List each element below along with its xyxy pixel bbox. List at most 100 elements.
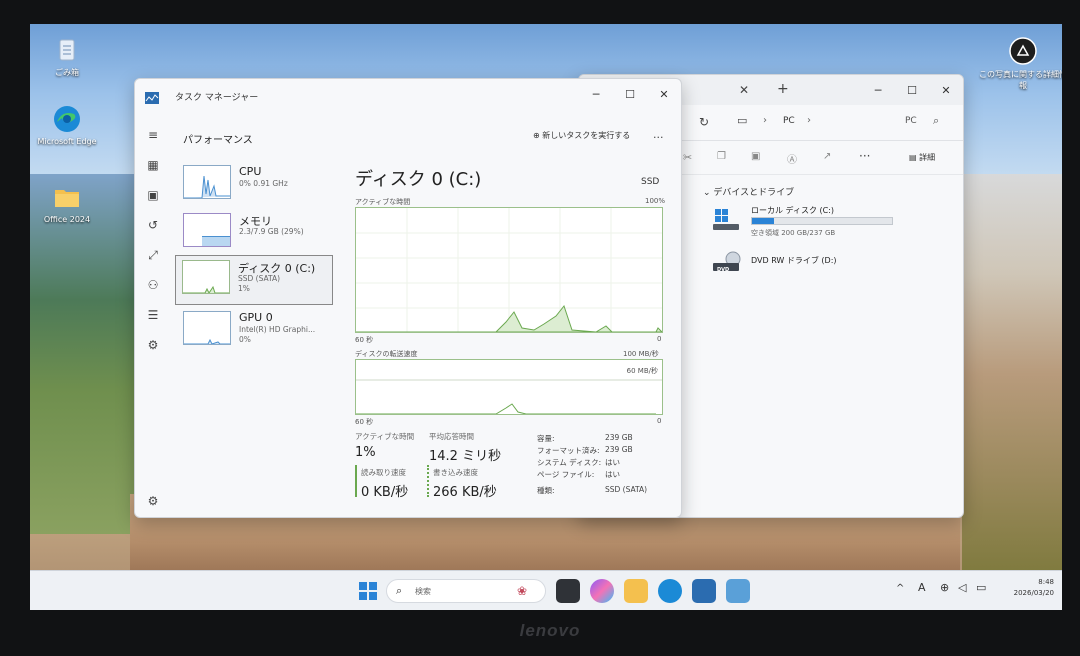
drive-c-free: 空き領域 200 GB/237 GB: [751, 229, 836, 237]
processes-icon[interactable]: ▦: [145, 157, 161, 173]
search-icon[interactable]: ⌕: [933, 114, 939, 128]
tm-titlebar: タスク マネージャー ─ ☐ ✕: [135, 79, 681, 113]
close-tab-icon[interactable]: ✕: [739, 83, 749, 97]
transfer-mid: 60 MB/秒: [626, 367, 658, 375]
wallpaper-hills: [30, 174, 150, 534]
performance-icon[interactable]: ▣: [145, 187, 161, 203]
dvd-badge: DVD: [717, 267, 730, 273]
group-header[interactable]: ⌄ デバイスとドライブ: [703, 185, 794, 198]
chevron-up-icon[interactable]: ^: [896, 583, 904, 594]
detail-type: SSD: [641, 177, 660, 187]
paste-icon[interactable]: ▣: [751, 151, 760, 162]
spotlight-info[interactable]: この写真に関する詳細情報: [978, 36, 1062, 91]
drive-c-name: ローカル ディスク (C:): [751, 206, 835, 215]
prop-value: 239 GB: [605, 445, 633, 454]
cpu-thumb-graph: [183, 165, 231, 199]
copilot-icon[interactable]: [590, 579, 614, 603]
laptop-brand-logo: lenovo: [519, 621, 581, 640]
axis-right-2: 0: [657, 417, 662, 425]
gpu-thumb-graph: [183, 311, 231, 345]
store-icon[interactable]: [692, 579, 716, 603]
prop-key: 容量:: [537, 434, 555, 443]
maximize-icon[interactable]: ☐: [897, 81, 927, 101]
task-manager-icon: [145, 89, 159, 104]
search-pc-input[interactable]: PC: [905, 116, 917, 126]
read-value: 0 KB/秒: [361, 485, 409, 500]
avg-response-label: 平均応答時間: [429, 432, 474, 441]
desktop-office-folder[interactable]: Office 2024: [32, 182, 102, 224]
history-icon[interactable]: ↺: [145, 217, 161, 233]
transfer-label: ディスクの転送速度: [355, 350, 418, 358]
prop-key: 種類:: [537, 486, 555, 495]
perf-item-memory[interactable]: メモリ 2.3/7.9 GB (29%): [177, 209, 333, 255]
active-time-stat-label: アクティブな時間: [355, 432, 415, 441]
memory-thumb-graph: [183, 213, 231, 247]
laptop-bezel: ごみ箱 Microsoft Edge Office 2024 この写真に関する詳…: [0, 0, 1080, 656]
write-value: 266 KB/秒: [433, 485, 497, 500]
desktop-recycle-bin[interactable]: ごみ箱: [32, 34, 102, 78]
prop-key: システム ディスク:: [537, 458, 602, 467]
cut-icon[interactable]: ✂: [683, 151, 692, 164]
search-icon: ⌕: [396, 584, 403, 597]
file-explorer-taskbar-icon[interactable]: [624, 579, 648, 603]
active-time-label: アクティブな時間: [355, 198, 411, 206]
clock-date: 2026/03/20: [1013, 589, 1054, 597]
windows-drive-icon: [711, 207, 741, 233]
globe-icon[interactable]: ⊕: [940, 581, 949, 594]
perf-sub: Intel(R) HD Graphi... 0%: [239, 325, 315, 345]
perf-item-cpu[interactable]: CPU 0% 0.91 GHz: [177, 161, 333, 207]
perf-sub: 0% 0.91 GHz: [239, 179, 288, 188]
wallpaper-town: [962, 174, 1062, 574]
drive-c[interactable]: ローカル ディスク (C:) 空き領域 200 GB/237 GB: [711, 205, 951, 237]
maximize-icon[interactable]: ☐: [615, 85, 645, 105]
transfer-max: 100 MB/秒: [623, 350, 659, 358]
startup-icon[interactable]: ⤢: [145, 247, 161, 263]
desktop-edge[interactable]: Microsoft Edge: [32, 104, 102, 146]
details-icon[interactable]: ☰: [145, 307, 161, 323]
clock[interactable]: 8:48 2026/03/20: [1002, 577, 1054, 599]
perf-name: GPU 0: [239, 311, 273, 324]
detail-title: ディスク 0 (C:): [355, 169, 482, 190]
perf-sub: 2.3/7.9 GB (29%): [239, 227, 304, 236]
hamburger-icon[interactable]: ≡: [145, 127, 161, 143]
folder-icon: [52, 182, 82, 212]
address-pc[interactable]: PC: [783, 116, 795, 126]
more-icon[interactable]: ···: [859, 149, 870, 163]
perf-item-gpu[interactable]: GPU 0 Intel(R) HD Graphi... 0%: [177, 307, 333, 353]
close-icon[interactable]: ✕: [931, 81, 961, 101]
recycle-bin-icon: [52, 34, 82, 64]
share-icon[interactable]: ↗: [823, 151, 831, 162]
prop-key: ページ ファイル:: [537, 470, 595, 479]
task-view-icon[interactable]: [556, 579, 580, 603]
perf-sub: SSD (SATA) 1%: [238, 274, 280, 294]
more-options-icon[interactable]: ...: [653, 128, 664, 141]
copy-icon[interactable]: ❐: [717, 151, 726, 162]
start-icon[interactable]: [356, 579, 380, 603]
prop-key: フォーマット済み:: [537, 446, 600, 455]
edge-taskbar-icon[interactable]: [658, 579, 682, 603]
speaker-icon[interactable]: ◁: [958, 581, 966, 594]
axis-left-2: 60 秒: [355, 418, 374, 426]
minimize-icon[interactable]: ─: [863, 81, 893, 101]
task-manager-taskbar-icon[interactable]: [726, 579, 750, 603]
new-tab-icon[interactable]: +: [777, 81, 789, 97]
refresh-icon[interactable]: ↻: [699, 115, 709, 129]
minimize-icon[interactable]: ─: [581, 85, 611, 105]
taskbar: ⌕ 検索 ❀ ^ A ⊕ ◁ ▭ 8:48 2026/03/20: [30, 570, 1062, 610]
ime-icon[interactable]: A: [918, 581, 926, 594]
settings-icon[interactable]: ⚙: [145, 493, 161, 509]
close-icon[interactable]: ✕: [649, 85, 679, 105]
drive-d[interactable]: DVD DVD RW ドライブ (D:): [711, 251, 951, 281]
read-indicator: [355, 465, 357, 497]
taskbar-search[interactable]: ⌕ 検索 ❀: [386, 579, 546, 603]
services-icon[interactable]: ⚙: [145, 337, 161, 353]
battery-icon[interactable]: ▭: [976, 581, 986, 594]
avg-response-value: 14.2 ミリ秒: [429, 449, 502, 464]
details-button[interactable]: ▤ 詳細: [909, 152, 935, 163]
run-task-button[interactable]: ⊕ 新しいタスクを実行する: [533, 130, 630, 141]
perf-item-disk[interactable]: ディスク 0 (C:) SSD (SATA) 1%: [175, 255, 333, 305]
users-icon[interactable]: ⚇: [145, 277, 161, 293]
perf-sub-model: Intel(R) HD Graphi...: [239, 325, 316, 334]
chevron-right-icon: ›: [807, 115, 811, 126]
rename-icon[interactable]: Ⓐ: [787, 151, 797, 166]
